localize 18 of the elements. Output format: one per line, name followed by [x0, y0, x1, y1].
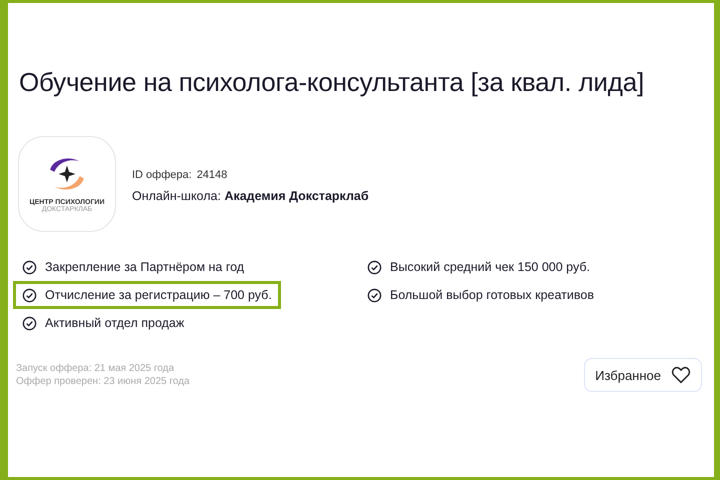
offer-id-value: 24148	[196, 169, 228, 181]
offer-title: Обучение на психолога-консультанта [за квал. лида]	[19, 66, 645, 99]
favorite-button[interactable]: Избранное	[584, 358, 702, 392]
feature-item: Активный отдел продаж	[13, 312, 194, 334]
check-circle-icon	[22, 260, 37, 274]
offer-date: Оффер проверен: 23 июня 2025 года	[16, 375, 190, 388]
feature-item: Высокий средний чек 150 000 руб.	[358, 256, 599, 278]
offer-id-label: ID оффера:	[132, 169, 192, 181]
school-name: Онлайн-школа: Академия Докстарклаб	[132, 189, 369, 203]
feature-item: Закрепление за Партнёром на год	[13, 256, 254, 278]
check-circle-icon	[22, 316, 37, 330]
heart-icon	[671, 366, 691, 384]
check-circle-icon	[22, 288, 37, 302]
offer-date: Запуск оффера: 21 мая 2025 года	[16, 362, 176, 375]
check-circle-icon	[367, 260, 382, 274]
check-circle-icon	[367, 288, 382, 302]
highlighted-feature: Отчисление за регистрацию – 700 руб.	[13, 281, 281, 309]
feature-item: Большой выбор готовых креативов	[358, 284, 603, 306]
